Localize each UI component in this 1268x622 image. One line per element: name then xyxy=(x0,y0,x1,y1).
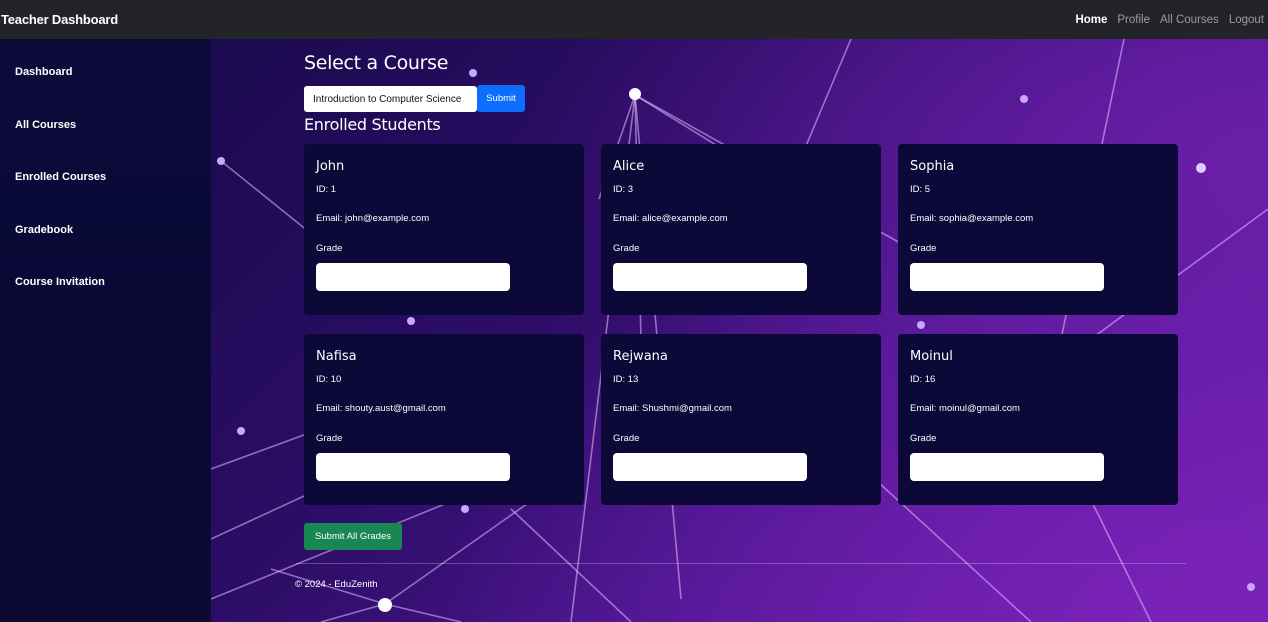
student-card-alice: Alice ID: 3 Email: alice@example.com Gra… xyxy=(601,144,881,315)
student-id: ID: 3 xyxy=(613,184,634,195)
grade-label: Grade xyxy=(316,243,343,254)
student-email: Email: shouty.aust@gmail.com xyxy=(316,403,446,414)
grade-input[interactable] xyxy=(910,453,1104,481)
student-name: Sophia xyxy=(910,159,955,174)
nav-link-all-courses[interactable]: All Courses xyxy=(1160,14,1219,26)
sidebar-item-course-invitation[interactable]: Course Invitation xyxy=(15,276,105,288)
submit-button[interactable]: Submit xyxy=(477,85,525,112)
enrolled-students-heading: Enrolled Students xyxy=(304,115,441,134)
grade-input[interactable] xyxy=(613,453,807,481)
student-email: Email: sophia@example.com xyxy=(910,213,1034,224)
nav-link-home[interactable]: Home xyxy=(1075,14,1107,26)
student-name: Nafisa xyxy=(316,349,357,364)
student-email: Email: alice@example.com xyxy=(613,213,728,224)
student-card-nafisa: Nafisa ID: 10 Email: shouty.aust@gmail.c… xyxy=(304,334,584,505)
sidebar-item-dashboard[interactable]: Dashboard xyxy=(15,66,72,78)
submit-all-grades-button[interactable]: Submit All Grades xyxy=(304,523,402,550)
student-card-rejwana: Rejwana ID: 13 Email: Shushmi@gmail.com … xyxy=(601,334,881,505)
student-name: Alice xyxy=(613,159,645,174)
sidebar-item-all-courses[interactable]: All Courses xyxy=(15,119,76,131)
grade-input[interactable] xyxy=(316,453,510,481)
student-email: Email: john@example.com xyxy=(316,213,430,224)
sidebar: Dashboard All Courses Enrolled Courses G… xyxy=(0,39,211,622)
student-email: Email: Shushmi@gmail.com xyxy=(613,403,732,414)
grade-label: Grade xyxy=(613,243,640,254)
footer-copyright: © 2024 - EduZenith xyxy=(295,579,378,590)
grade-input[interactable] xyxy=(910,263,1104,291)
footer-divider xyxy=(296,563,1186,564)
student-id: ID: 13 xyxy=(613,374,639,385)
grade-input[interactable] xyxy=(613,263,807,291)
student-card-john: John ID: 1 Email: john@example.com Grade xyxy=(304,144,584,315)
student-email: Email: moinul@gmail.com xyxy=(910,403,1020,414)
grade-label: Grade xyxy=(910,433,937,444)
student-name: Moinul xyxy=(910,349,953,364)
brand-title[interactable]: Teacher Dashboard xyxy=(0,12,118,27)
grade-input[interactable] xyxy=(316,263,510,291)
student-id: ID: 1 xyxy=(316,184,337,195)
grade-label: Grade xyxy=(613,433,640,444)
nav-link-profile[interactable]: Profile xyxy=(1117,14,1150,26)
student-name: Rejwana xyxy=(613,349,668,364)
student-name: John xyxy=(316,159,345,174)
student-id: ID: 5 xyxy=(910,184,931,195)
nav-links: Home Profile All Courses Logout xyxy=(1075,14,1268,26)
nav-link-logout[interactable]: Logout xyxy=(1229,14,1264,26)
course-select[interactable]: Introduction to Computer Science xyxy=(304,86,477,112)
student-id: ID: 16 xyxy=(910,374,936,385)
student-card-sophia: Sophia ID: 5 Email: sophia@example.com G… xyxy=(898,144,1178,315)
grade-label: Grade xyxy=(316,433,343,444)
student-card-moinul: Moinul ID: 16 Email: moinul@gmail.com Gr… xyxy=(898,334,1178,505)
sidebar-item-gradebook[interactable]: Gradebook xyxy=(15,224,73,236)
select-course-heading: Select a Course xyxy=(304,52,449,74)
student-id: ID: 10 xyxy=(316,374,342,385)
sidebar-item-enrolled-courses[interactable]: Enrolled Courses xyxy=(15,171,106,183)
grade-label: Grade xyxy=(910,243,937,254)
top-navbar: Teacher Dashboard Home Profile All Cours… xyxy=(0,0,1268,39)
